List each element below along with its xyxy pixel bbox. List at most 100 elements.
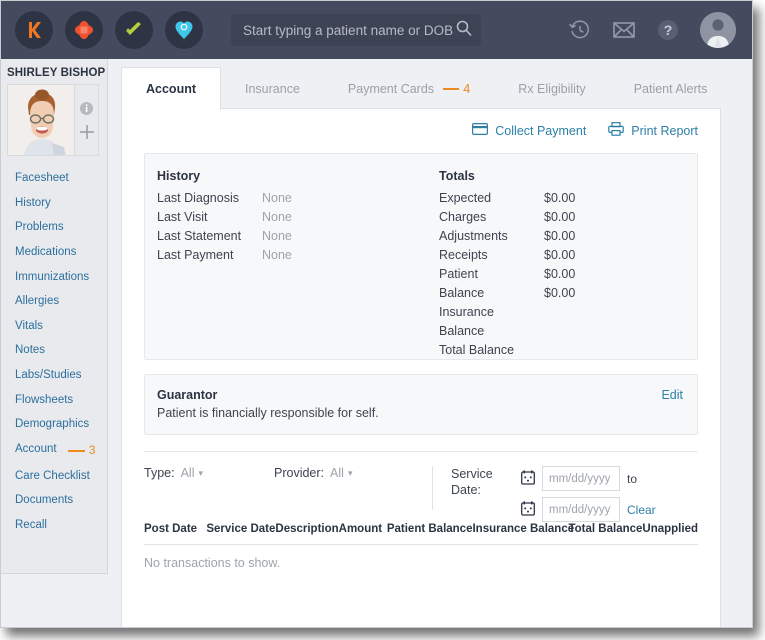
totals-row: Balance $0.00 [439,284,697,303]
user-avatar-icon[interactable] [700,12,736,48]
patient-photo-row [1,84,107,156]
column-total-balance[interactable]: Total Balance [568,523,642,535]
bandage-icon[interactable] [65,11,103,49]
annotation-marker-3: 3 [67,443,96,458]
type-select[interactable]: All ▾ [181,466,203,480]
search-icon[interactable] [455,19,473,42]
column-description[interactable]: Description [275,523,338,535]
heart-location-icon[interactable] [165,11,203,49]
column-insurance-balance[interactable]: Insurance Balance [472,523,574,535]
patient-search-box[interactable] [231,14,481,46]
totals-label: Adjustments [439,229,508,243]
filter-divider [432,466,433,510]
totals-row: Patient $0.00 [439,265,697,284]
totals-label: Patient [439,267,478,281]
tab-patient-alerts[interactable]: Patient Alerts [610,68,732,109]
transactions-empty-message: No transactions to show. [144,556,281,570]
transactions-table: Post Date Service Date Description Amoun… [144,523,698,570]
history-clock-icon[interactable] [568,18,592,42]
sidebar-item-recall[interactable]: Recall [1,513,107,538]
history-title: History [157,169,201,183]
tab-insurance[interactable]: Insurance [221,68,324,109]
column-patient-balance[interactable]: Patient Balance [387,523,473,535]
totals-label: Total Balance [439,343,515,357]
sidebar-item-label: Documents [15,494,74,507]
service-date-from-input[interactable] [542,466,620,491]
plus-icon[interactable] [79,124,95,140]
patient-photo-side-buttons [75,84,99,156]
help-question-icon[interactable]: ? [656,18,680,42]
chevron-down-icon: ▾ [198,467,204,478]
tab-account[interactable]: Account [121,67,221,110]
sidebar-nav-list: Facesheet History Problems Medications I… [1,166,107,538]
tab-label: Insurance [245,81,300,96]
sidebar-item-history[interactable]: History [1,191,107,216]
date-range-to-label: to [627,471,638,486]
sidebar-item-flowsheets[interactable]: Flowsheets [1,388,107,413]
sidebar-item-label: Flowsheets [15,393,74,406]
service-date-to-input[interactable] [542,497,620,522]
sidebar-item-demographics[interactable]: Demographics [1,412,107,437]
tab-payment-cards[interactable]: Payment Cards 4 [324,68,494,109]
sidebar-item-problems[interactable]: Problems [1,215,107,240]
kareo-logo-icon[interactable] [15,11,53,49]
sidebar-item-documents[interactable]: Documents [1,488,107,513]
tab-label: Patient Alerts [633,81,708,96]
date-from-row: to [521,466,656,491]
checkmark-icon[interactable] [115,11,153,49]
sidebar-item-facesheet[interactable]: Facesheet [1,166,107,191]
sidebar-item-allergies[interactable]: Allergies [1,289,107,314]
sidebar-item-notes[interactable]: Notes [1,338,107,363]
history-value: None [262,229,292,243]
column-post-date[interactable]: Post Date [144,523,206,535]
sidebar-item-account[interactable]: Account 3 [1,437,107,464]
print-report-button[interactable]: Print Report [608,122,698,139]
tab-rx-eligibility[interactable]: Rx Eligibility [494,68,609,109]
provider-select[interactable]: All ▾ [330,466,352,480]
tab-label: Account [146,82,196,96]
patient-photo [7,84,75,156]
sidebar-item-label: Vitals [15,319,43,332]
sidebar-item-label: Recall [15,518,47,531]
totals-value: $0.00 [544,248,576,262]
totals-value: $0.00 [544,210,576,224]
sidebar-item-label: Problems [15,221,64,234]
tab-label: Payment Cards [347,81,435,96]
calendar-icon[interactable] [521,469,535,488]
calendar-icon[interactable] [521,500,535,519]
history-label: Last Statement [157,229,242,243]
tab-bar: Account Insurance Payment Cards 4 Rx Eli… [108,59,752,110]
tab-label: Rx Eligibility [518,81,586,96]
column-amount[interactable]: Amount [339,523,387,535]
credit-card-icon [472,123,489,138]
sidebar-item-care-checklist[interactable]: Care Checklist [1,464,107,489]
sidebar-item-medications[interactable]: Medications [1,240,107,265]
annotation-marker-4: 4 [443,81,470,96]
search-input[interactable] [243,22,455,38]
annotation-number: 3 [88,443,96,458]
content-actions: Collect Payment Print Report [122,109,720,139]
history-column: History Last Diagnosis None Last Visit N… [145,169,421,341]
main-panel: Account Insurance Payment Cards 4 Rx Eli… [108,59,752,627]
info-icon[interactable] [79,101,94,116]
sidebar-item-label: Care Checklist [15,469,90,482]
guarantor-edit-link[interactable]: Edit [661,388,683,402]
guarantor-panel: Guarantor Patient is financially respons… [144,374,698,435]
envelope-icon[interactable] [612,20,636,40]
collect-payment-button[interactable]: Collect Payment [472,122,586,139]
history-row: Last Visit None [157,208,421,227]
sidebar-item-vitals[interactable]: Vitals [1,314,107,339]
column-service-date[interactable]: Service Date [206,523,275,535]
totals-row: Adjustments $0.00 [439,227,697,246]
totals-title: Totals [439,169,475,183]
provider-label: Provider: [274,466,325,480]
transaction-filters: Type: All ▾ Provider: All ▾ Service Date… [144,451,698,523]
sidebar-item-label: History [15,196,51,209]
sidebar-item-labs-studies[interactable]: Labs/Studies [1,363,107,388]
totals-value: $0.00 [544,229,576,243]
clear-dates-link[interactable]: Clear [627,503,656,517]
column-unapplied[interactable]: Unapplied [642,523,698,535]
sidebar-item-immunizations[interactable]: Immunizations [1,265,107,290]
provider-value: All [330,466,344,480]
print-report-label: Print Report [631,123,698,138]
